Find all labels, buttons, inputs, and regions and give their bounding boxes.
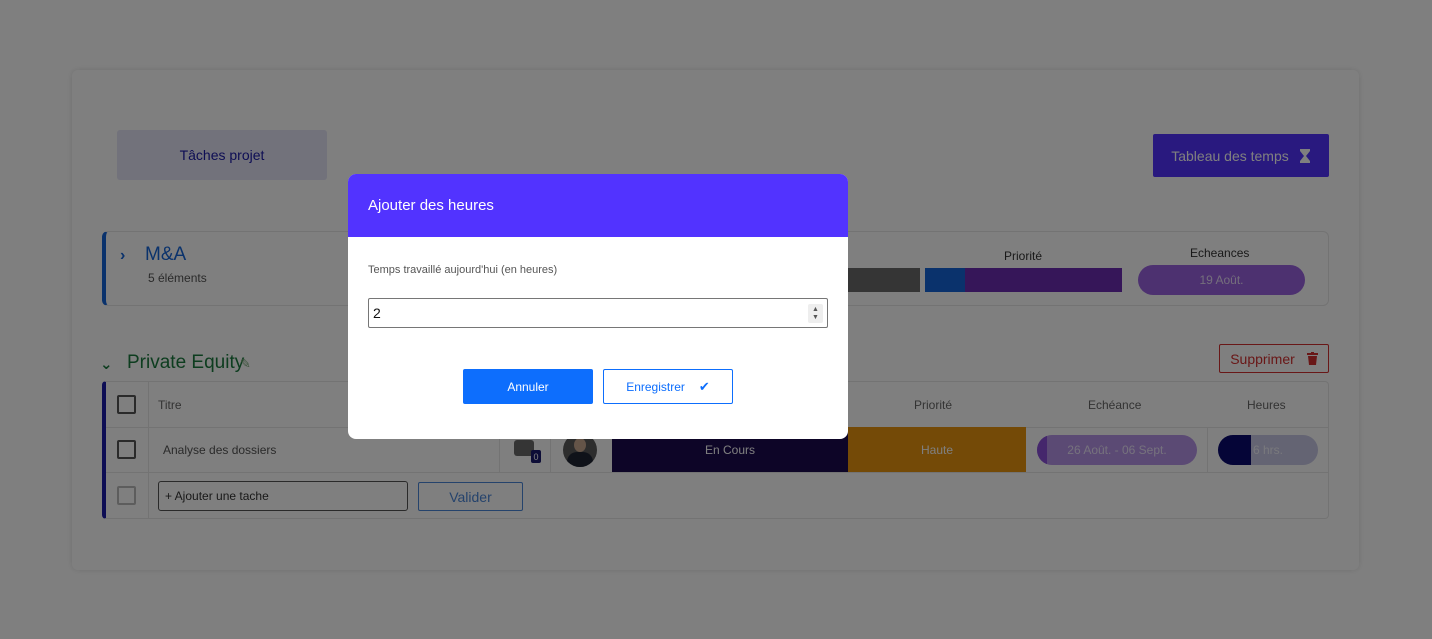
chevron-down-icon[interactable]: ▼ (812, 314, 819, 322)
add-hours-modal: Ajouter des heures Temps travaillé aujou… (348, 174, 848, 439)
modal-title: Ajouter des heures (368, 197, 494, 214)
hours-field-label: Temps travaillé aujourd'hui (en heures) (368, 264, 558, 276)
save-label: Enregistrer (626, 379, 685, 394)
save-button[interactable]: Enregistrer ✔ (603, 369, 733, 404)
hours-input-value: 2 (373, 305, 381, 321)
cancel-button[interactable]: Annuler (463, 369, 593, 404)
hours-input[interactable]: 2 ▲ ▼ (368, 298, 828, 328)
check-icon: ✔ (698, 378, 710, 394)
number-spinner[interactable]: ▲ ▼ (808, 304, 823, 323)
chevron-up-icon[interactable]: ▲ (812, 306, 819, 314)
modal-header: Ajouter des heures (348, 174, 848, 237)
